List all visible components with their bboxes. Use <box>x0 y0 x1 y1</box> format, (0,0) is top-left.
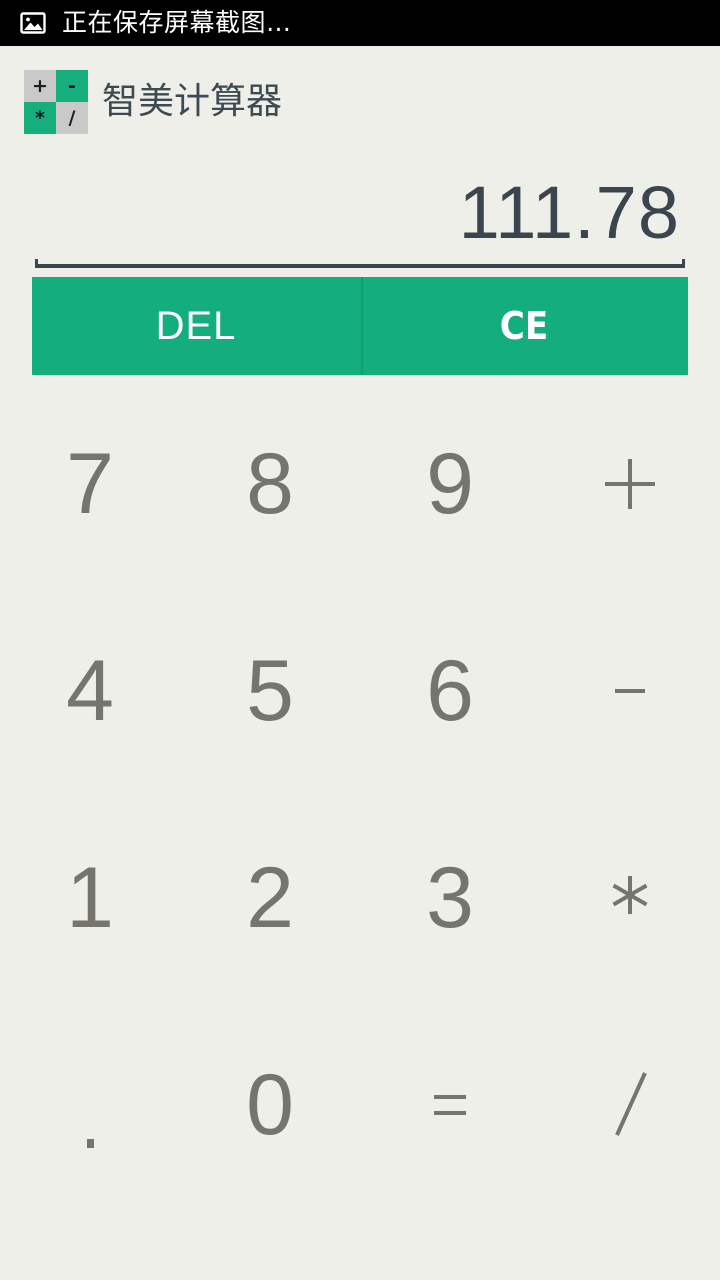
slash-icon <box>615 1071 647 1136</box>
key-9[interactable]: 9 <box>360 380 540 587</box>
key-4[interactable]: 4 <box>0 587 180 794</box>
key-6[interactable]: 6 <box>360 587 540 794</box>
app-bar: + - * / 智美计算器 <box>0 46 720 158</box>
key-8[interactable]: 8 <box>180 380 360 587</box>
key-plus[interactable] <box>540 380 720 587</box>
key-7[interactable]: 7 <box>0 380 180 587</box>
status-bar: 正在保存屏幕截图… <box>0 0 720 46</box>
status-bar-text: 正在保存屏幕截图… <box>62 8 292 37</box>
app-icon-plus-quadrant: + <box>24 70 56 102</box>
action-row: DEL CE <box>32 277 688 375</box>
asterisk-icon <box>612 875 648 914</box>
clear-entry-button[interactable]: CE <box>360 277 688 375</box>
keypad: 7 8 9 4 5 6 1 2 3 0 <box>0 380 720 1208</box>
decimal-point-icon <box>86 1139 94 1148</box>
key-1[interactable]: 1 <box>0 794 180 1001</box>
calculator-display[interactable]: 111.78 <box>0 158 720 268</box>
minus-icon <box>615 688 645 693</box>
key-minus[interactable] <box>540 587 720 794</box>
delete-button[interactable]: DEL <box>32 277 360 375</box>
key-divide[interactable] <box>540 1001 720 1208</box>
key-equals[interactable] <box>360 1001 540 1208</box>
app-icon-divide-quadrant: / <box>56 102 88 134</box>
calculator-app-icon: + - * / <box>24 70 88 134</box>
app-icon-multiply-quadrant: * <box>24 102 56 134</box>
plus-icon <box>605 458 655 509</box>
key-5[interactable]: 5 <box>180 587 360 794</box>
key-multiply[interactable] <box>540 794 720 1001</box>
app-icon-minus-quadrant: - <box>56 70 88 102</box>
image-icon <box>20 11 46 35</box>
key-2[interactable]: 2 <box>180 794 360 1001</box>
app-title: 智美计算器 <box>102 81 283 122</box>
key-3[interactable]: 3 <box>360 794 540 1001</box>
display-value: 111.78 <box>458 171 680 254</box>
key-0[interactable]: 0 <box>180 1001 360 1208</box>
equals-icon <box>434 1094 466 1115</box>
key-decimal[interactable] <box>0 1001 180 1208</box>
